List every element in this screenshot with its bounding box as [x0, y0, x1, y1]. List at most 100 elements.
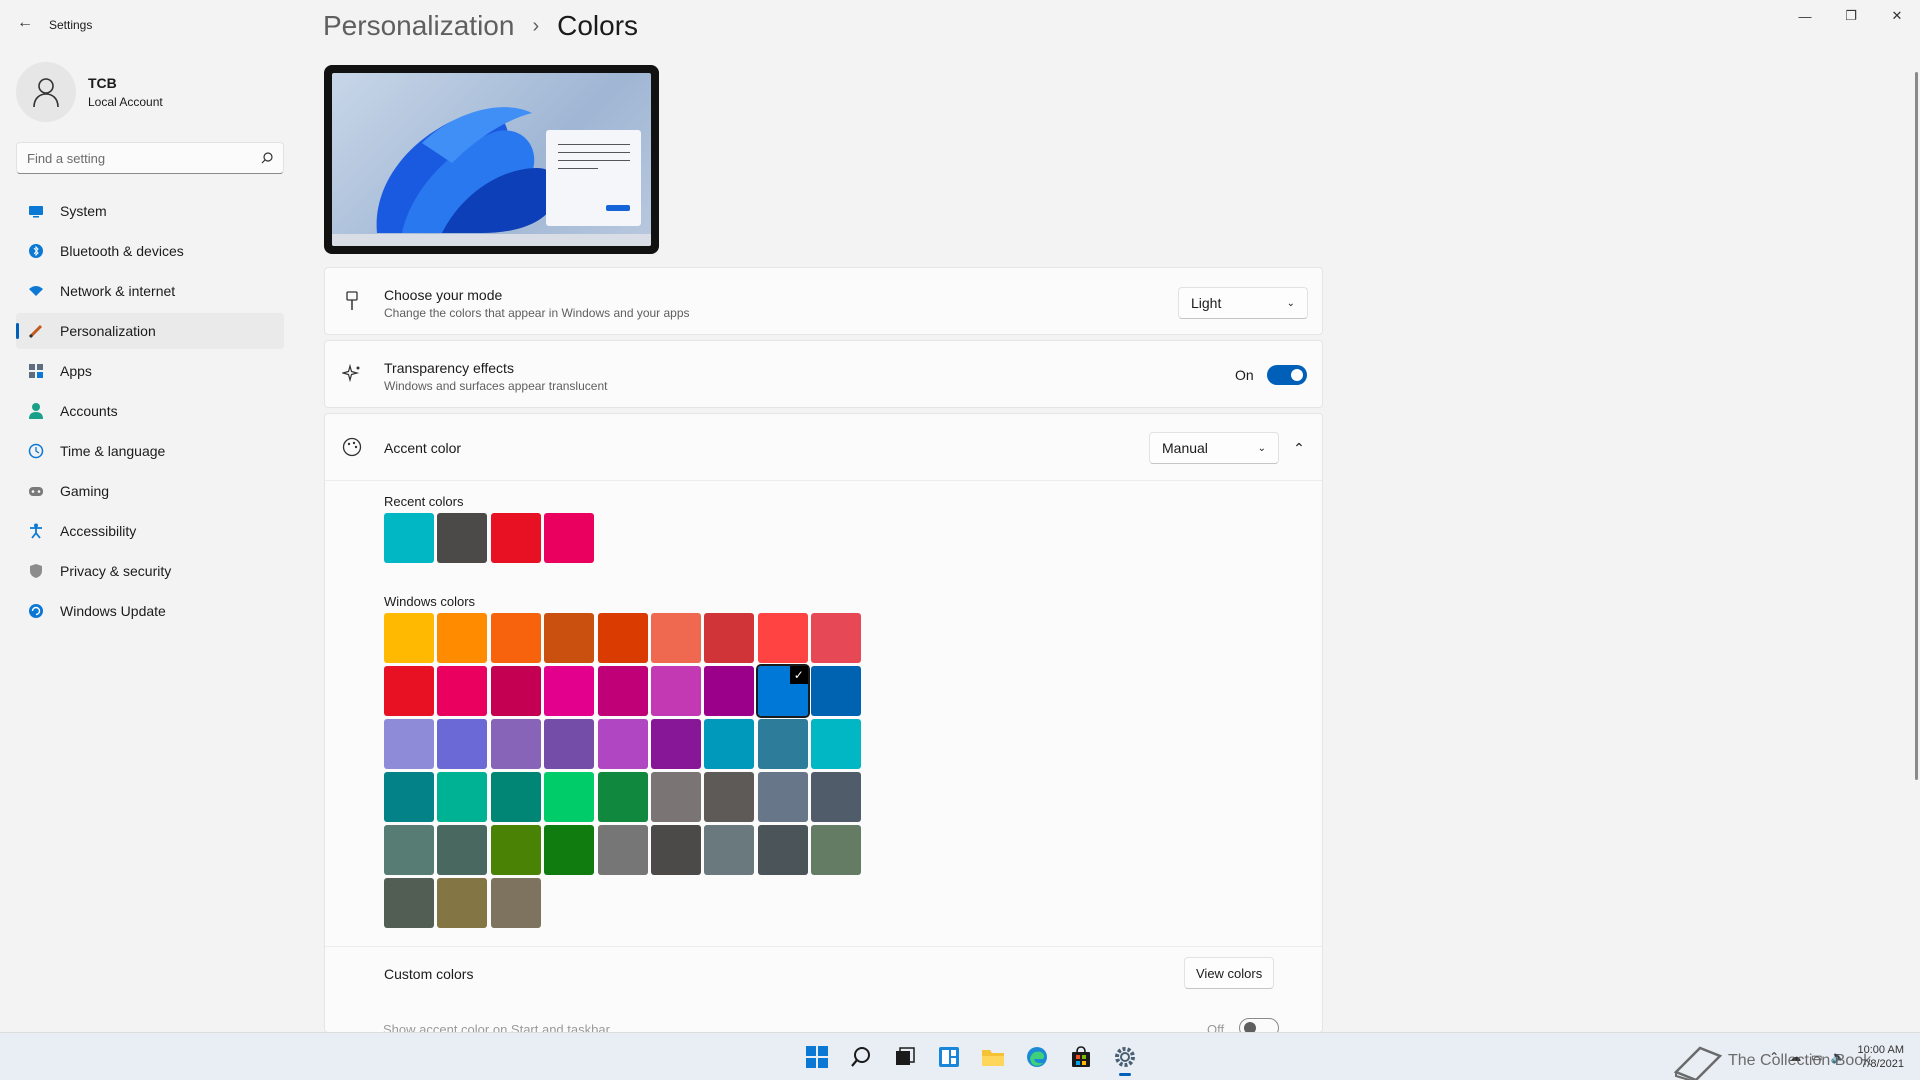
color-swatch[interactable]: [437, 613, 488, 663]
color-swatch[interactable]: [544, 613, 595, 663]
task-view-button[interactable]: [883, 1041, 927, 1073]
mode-dropdown[interactable]: Light ⌄: [1178, 287, 1308, 319]
color-swatch[interactable]: [384, 878, 434, 928]
back-button[interactable]: ←: [14, 12, 36, 34]
search-input[interactable]: [27, 150, 261, 166]
sidebar-item-bluetooth[interactable]: Bluetooth & devices: [16, 233, 284, 269]
color-swatch[interactable]: [490, 666, 541, 716]
settings-icon: [1115, 1047, 1135, 1067]
search-box[interactable]: [16, 142, 284, 174]
preview-button: [606, 205, 630, 211]
collapse-button[interactable]: ⌃: [1287, 436, 1311, 460]
accent-dropdown[interactable]: Manual ⌄: [1149, 432, 1279, 464]
color-swatch[interactable]: [597, 772, 648, 822]
store-button[interactable]: [1059, 1041, 1103, 1073]
watermark-text: The Collection Book: [1728, 1052, 1872, 1069]
color-swatch[interactable]: [704, 666, 755, 716]
color-swatch[interactable]: [597, 825, 648, 875]
color-swatch[interactable]: [597, 666, 648, 716]
color-swatch[interactable]: [811, 613, 862, 663]
color-swatch[interactable]: [651, 772, 701, 822]
taskbar-search-button[interactable]: [839, 1041, 883, 1073]
view-colors-button[interactable]: View colors: [1184, 957, 1275, 989]
color-swatch[interactable]: [811, 825, 862, 875]
sidebar-item-label: Accessibility: [60, 523, 137, 539]
sidebar-item-personalization[interactable]: Personalization: [16, 313, 284, 349]
color-swatch[interactable]: [704, 825, 755, 875]
color-swatch[interactable]: [490, 772, 541, 822]
color-swatch[interactable]: [490, 878, 541, 928]
color-swatch[interactable]: [597, 719, 648, 769]
minimize-button[interactable]: —: [1782, 0, 1828, 32]
mode-card: Choose your mode Change the colors that …: [324, 267, 1323, 335]
widgets-button[interactable]: [927, 1041, 971, 1073]
preview-line: [558, 160, 630, 161]
color-swatch[interactable]: [544, 666, 595, 716]
user-profile[interactable]: TCB Local Account: [16, 62, 163, 122]
color-swatch[interactable]: [437, 825, 488, 875]
color-swatch[interactable]: [490, 719, 541, 769]
monitor-icon: [28, 203, 44, 219]
color-swatch[interactable]: [757, 772, 808, 822]
color-swatch[interactable]: [651, 666, 701, 716]
color-swatch[interactable]: [651, 825, 701, 875]
color-swatch[interactable]: [704, 613, 755, 663]
color-swatch[interactable]: [437, 513, 488, 563]
color-swatch[interactable]: [384, 825, 434, 875]
color-swatch[interactable]: ✓: [755, 664, 810, 718]
settings-taskbar-button[interactable]: [1103, 1041, 1147, 1076]
taskbar: ⌃ ☁ ▭ 🔈 10:00 AM 7/8/2021: [0, 1032, 1920, 1080]
transparency-title: Transparency effects: [384, 360, 514, 376]
color-swatch[interactable]: [384, 613, 434, 663]
file-explorer-button[interactable]: [971, 1041, 1015, 1073]
color-swatch[interactable]: [704, 719, 755, 769]
color-swatch[interactable]: [651, 613, 701, 663]
sidebar-item-windows-update[interactable]: Windows Update: [16, 593, 284, 629]
sidebar-item-time-language[interactable]: Time & language: [16, 433, 284, 469]
color-swatch[interactable]: [597, 613, 648, 663]
color-swatch[interactable]: [544, 772, 595, 822]
restore-button[interactable]: ❐: [1828, 0, 1874, 32]
preview-wallpaper: [332, 73, 651, 246]
edge-button[interactable]: [1015, 1041, 1059, 1073]
color-swatch[interactable]: [811, 666, 862, 716]
file-explorer-icon: [982, 1050, 1004, 1066]
profile-name: TCB: [88, 75, 117, 91]
color-swatch[interactable]: [384, 666, 434, 716]
color-swatch[interactable]: [437, 666, 488, 716]
color-swatch[interactable]: [384, 772, 434, 822]
color-swatch[interactable]: [490, 825, 541, 875]
color-swatch[interactable]: [757, 719, 808, 769]
breadcrumb-parent[interactable]: Personalization: [323, 10, 514, 42]
accent-mode-value: Manual: [1162, 440, 1208, 456]
close-button[interactable]: ✕: [1874, 0, 1920, 32]
color-swatch[interactable]: [811, 772, 862, 822]
color-swatch[interactable]: [544, 825, 595, 875]
sidebar-item-system[interactable]: System: [16, 193, 284, 229]
color-swatch[interactable]: [437, 772, 488, 822]
sparkle-icon: [342, 364, 362, 384]
color-swatch[interactable]: [704, 772, 755, 822]
sidebar-item-gaming[interactable]: Gaming: [16, 473, 284, 509]
color-swatch[interactable]: [437, 719, 488, 769]
sidebar-item-accounts[interactable]: Accounts: [16, 393, 284, 429]
sidebar-item-accessibility[interactable]: Accessibility: [16, 513, 284, 549]
color-swatch[interactable]: [757, 825, 808, 875]
color-swatch[interactable]: [811, 719, 862, 769]
color-swatch[interactable]: [490, 513, 541, 563]
color-swatch[interactable]: [651, 719, 701, 769]
sidebar-item-privacy[interactable]: Privacy & security: [16, 553, 284, 589]
color-swatch[interactable]: [757, 613, 808, 663]
color-swatch[interactable]: [437, 878, 488, 928]
color-swatch[interactable]: [384, 719, 434, 769]
sidebar-item-apps[interactable]: Apps: [16, 353, 284, 389]
scrollbar[interactable]: [1915, 72, 1918, 780]
start-button[interactable]: [795, 1041, 839, 1073]
color-swatch[interactable]: [490, 613, 541, 663]
color-swatch[interactable]: [384, 513, 434, 563]
color-swatch[interactable]: [544, 513, 595, 563]
transparency-toggle[interactable]: [1267, 365, 1307, 385]
sidebar-item-network[interactable]: Network & internet: [16, 273, 284, 309]
color-swatch[interactable]: [544, 719, 595, 769]
task-view-icon: [896, 1047, 915, 1065]
